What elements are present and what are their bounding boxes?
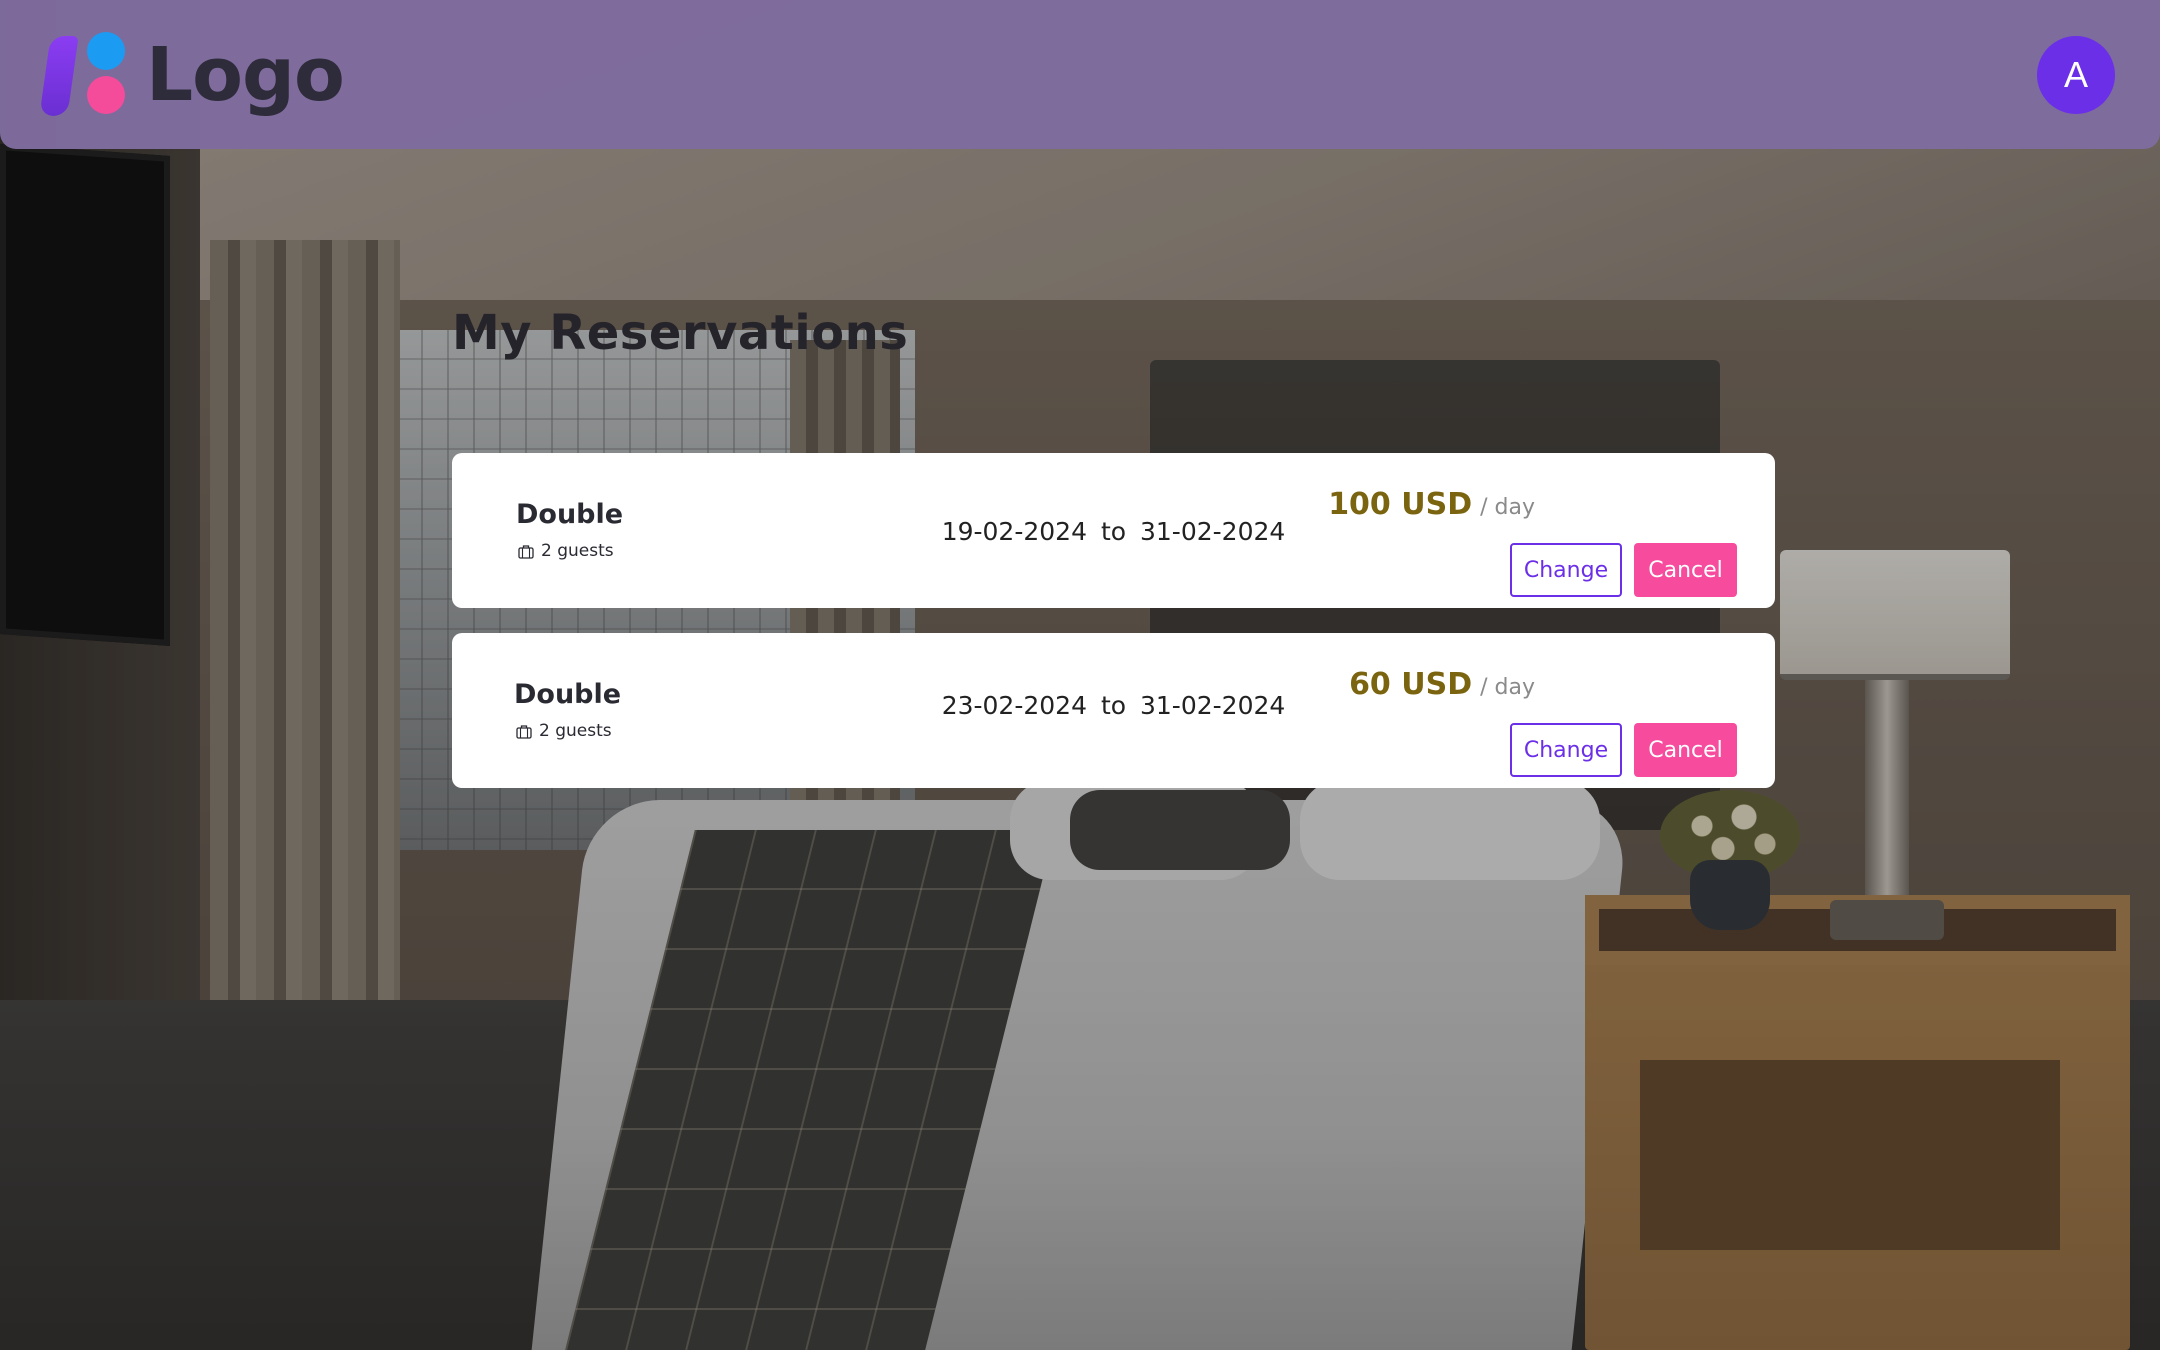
cancel-button[interactable]: Cancel	[1634, 723, 1737, 777]
date-separator: to	[1100, 517, 1127, 546]
luggage-icon	[516, 724, 532, 739]
price: 60 USD / day	[1349, 667, 1535, 702]
reservation-card: Double 2 guests 19-02-2024 to 31-02-2024…	[452, 453, 1775, 608]
reservation-list: Double 2 guests 19-02-2024 to 31-02-2024…	[452, 453, 1775, 813]
price-amount: 100 USD	[1328, 487, 1473, 522]
guests-info: 2 guests	[516, 721, 612, 741]
date-separator: to	[1100, 691, 1127, 720]
start-date: 23-02-2024	[941, 691, 1087, 720]
page-title: My Reservations	[452, 305, 909, 361]
end-date: 31-02-2024	[1140, 517, 1286, 546]
logo-mark-icon	[39, 31, 130, 118]
cancel-button[interactable]: Cancel	[1634, 543, 1737, 597]
date-range: 23-02-2024 to 31-02-2024	[452, 691, 1775, 720]
price-unit: / day	[1480, 495, 1535, 520]
reservation-card: Double 2 guests 23-02-2024 to 31-02-2024…	[452, 633, 1775, 788]
price: 100 USD / day	[1328, 487, 1535, 522]
top-header: Logo A	[0, 0, 2160, 149]
user-avatar[interactable]: A	[2037, 35, 2115, 114]
reservation-actions: Change Cancel	[1510, 543, 1737, 597]
change-button[interactable]: Change	[1510, 723, 1622, 777]
date-range: 19-02-2024 to 31-02-2024	[452, 517, 1775, 546]
guests-count: 2 guests	[539, 721, 612, 741]
change-button[interactable]: Change	[1510, 543, 1622, 597]
price-unit: / day	[1480, 675, 1535, 700]
end-date: 31-02-2024	[1140, 691, 1286, 720]
reservation-actions: Change Cancel	[1510, 723, 1737, 777]
logo[interactable]: Logo	[39, 30, 345, 120]
logo-text: Logo	[146, 31, 345, 118]
start-date: 19-02-2024	[941, 517, 1087, 546]
price-amount: 60 USD	[1349, 667, 1473, 702]
